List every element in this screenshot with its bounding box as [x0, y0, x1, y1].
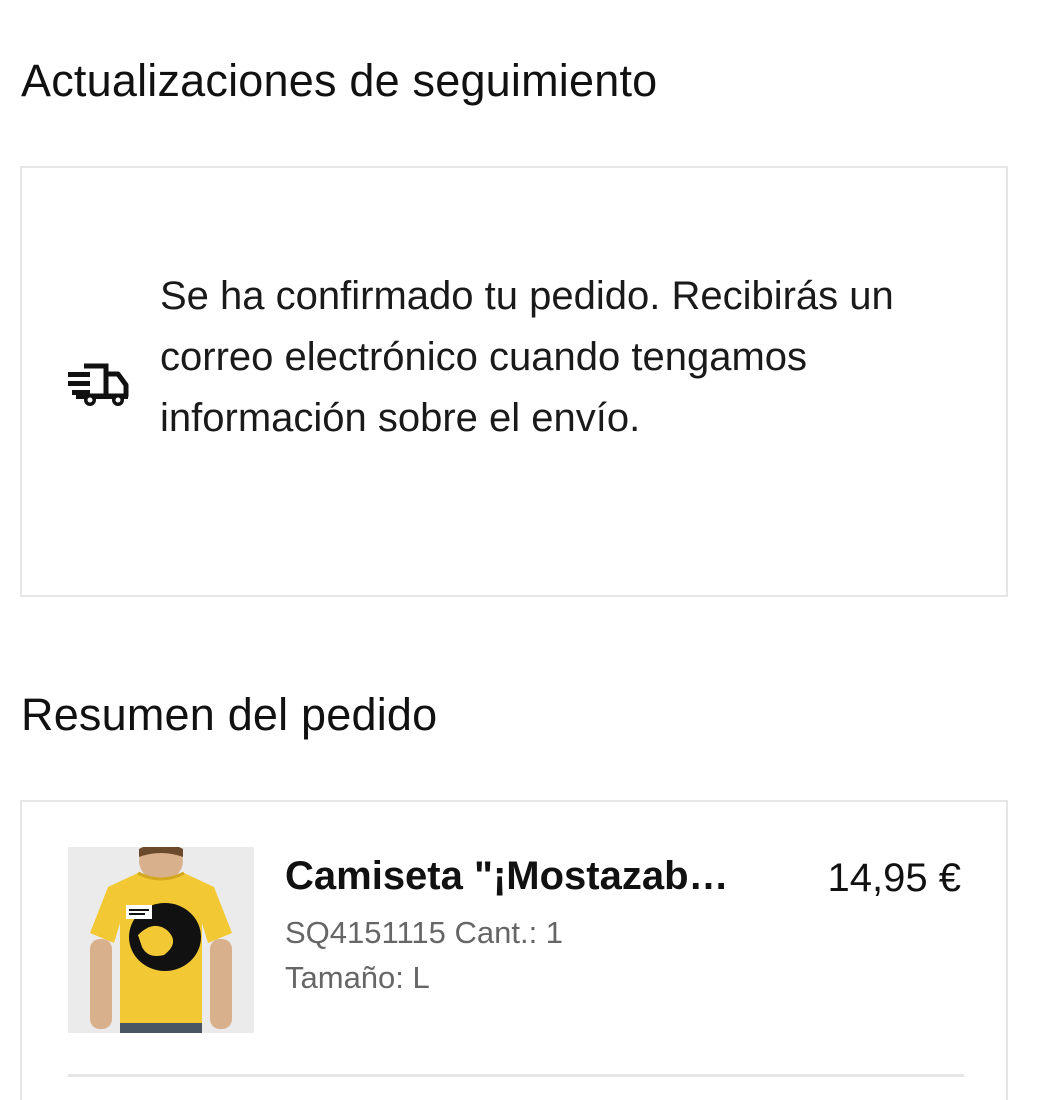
product-price: 14,95 € — [827, 856, 961, 900]
tracking-updates-title: Actualizaciones de seguimiento — [21, 55, 658, 106]
product-title[interactable]: Camiseta "¡Mostazab… — [285, 852, 790, 900]
truck-icon — [66, 360, 132, 410]
tracking-status-card: Se ha confirmado tu pedido. Recibirás un… — [20, 166, 1008, 597]
tracking-message: Se ha confirmado tu pedido. Recibirás un… — [160, 274, 894, 440]
order-summary-card: Camiseta "¡Mostazab… 14,95 € SQ4151115 C… — [20, 800, 1008, 1100]
product-image[interactable] — [68, 847, 254, 1033]
order-summary-title: Resumen del pedido — [21, 689, 438, 740]
product-sku-quantity: SQ4151115 Cant.: 1 — [285, 915, 564, 950]
item-divider — [68, 1074, 964, 1077]
product-size: Tamaño: L — [285, 960, 430, 995]
